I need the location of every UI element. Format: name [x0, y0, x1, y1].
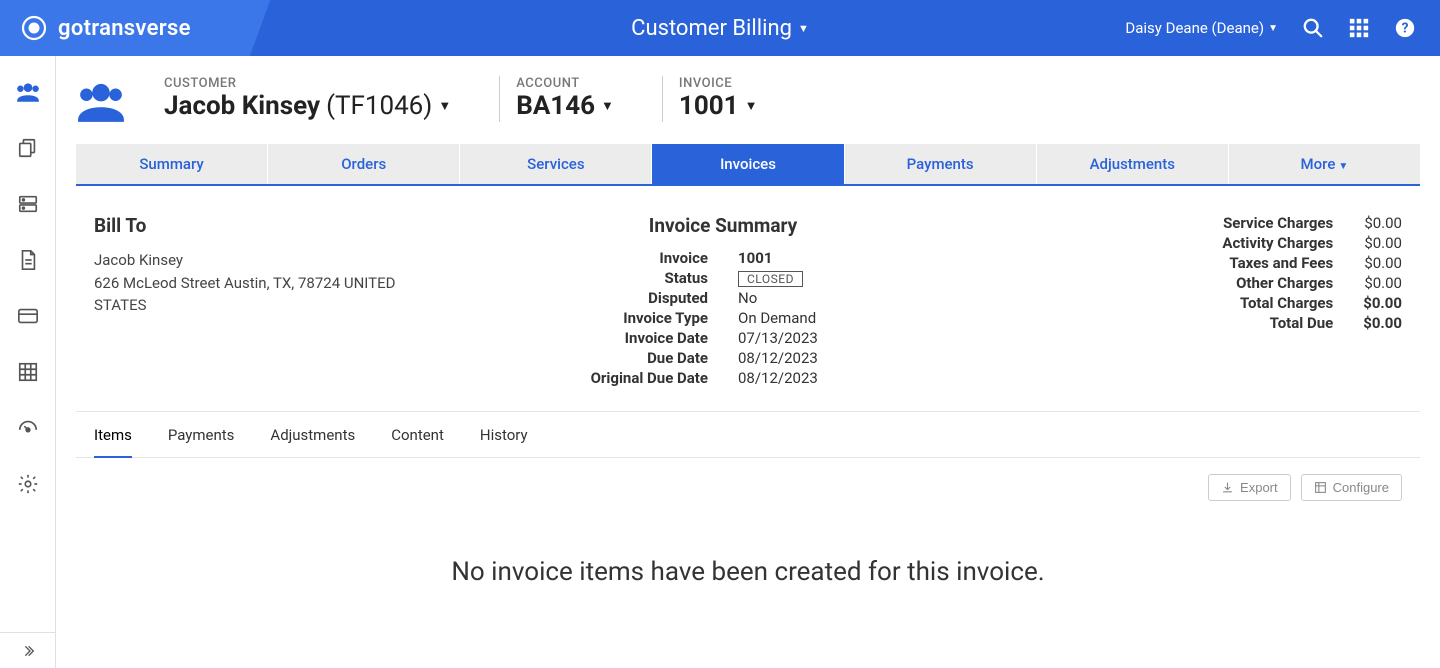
- caret-down-icon: ▼: [1268, 23, 1278, 34]
- invoice-selector[interactable]: INVOICE 1001 ▼: [662, 76, 774, 122]
- configure-label: Configure: [1333, 480, 1389, 495]
- sub-tabs: Items Payments Adjustments Content Histo…: [76, 412, 1420, 458]
- caret-down-icon: ▼: [745, 99, 758, 115]
- status-badge: CLOSED: [738, 271, 803, 287]
- charge-due-v: $0.00: [1363, 314, 1402, 332]
- summary-disputed-v: No: [738, 289, 982, 307]
- caret-down-icon: ▼: [601, 99, 614, 115]
- summary-orig-v: 08/12/2023: [738, 369, 982, 387]
- summary-due-k: Due Date: [464, 349, 708, 367]
- summary-title: Invoice Summary: [464, 214, 982, 237]
- bill-to: Bill To Jacob Kinsey 626 McLeod Street A…: [94, 214, 424, 387]
- charge-taxes-k: Taxes and Fees: [1022, 254, 1333, 272]
- charge-other-k: Other Charges: [1022, 274, 1333, 292]
- sidebar-item-gear[interactable]: [0, 456, 56, 512]
- sidebar-item-copy[interactable]: [0, 120, 56, 176]
- logo[interactable]: gotransverse: [0, 0, 211, 56]
- content: CUSTOMER Jacob Kinsey (TF1046) ▼ ACCOUNT…: [56, 56, 1440, 668]
- subtab-content[interactable]: Content: [391, 426, 444, 457]
- charge-other-v: $0.00: [1363, 274, 1402, 292]
- logo-icon: [20, 14, 48, 42]
- summary-orig-k: Original Due Date: [464, 369, 708, 387]
- header-row: CUSTOMER Jacob Kinsey (TF1046) ▼ ACCOUNT…: [76, 72, 1420, 144]
- table-toolbar: Export Configure: [76, 458, 1420, 517]
- caret-down-icon: ▼: [438, 99, 451, 115]
- summary-type-k: Invoice Type: [464, 309, 708, 327]
- tab-adjustments[interactable]: Adjustments: [1037, 144, 1229, 184]
- empty-state: No invoice items have been created for t…: [76, 517, 1420, 627]
- charge-due-k: Total Due: [1022, 314, 1333, 332]
- download-icon: [1221, 481, 1234, 494]
- export-label: Export: [1240, 480, 1278, 495]
- bill-to-title: Bill To: [94, 214, 424, 237]
- bill-to-address: 626 McLeod Street Austin, TX, 78724 UNIT…: [94, 272, 424, 317]
- charge-total-v: $0.00: [1363, 294, 1402, 312]
- subtab-items[interactable]: Items: [94, 426, 132, 458]
- charges: Service Charges $0.00 Activity Charges $0.…: [1022, 214, 1402, 387]
- tab-orders[interactable]: Orders: [268, 144, 460, 184]
- topbar: gotransverse Customer Billing ▼ Daisy De…: [0, 0, 1440, 56]
- summary-type-v: On Demand: [738, 309, 982, 327]
- help-icon[interactable]: ?: [1394, 17, 1416, 39]
- page-title-dropdown[interactable]: Customer Billing ▼: [631, 16, 809, 41]
- invoice-label: INVOICE: [679, 76, 758, 91]
- caret-down-icon: ▼: [798, 22, 809, 35]
- sidebar-item-stack[interactable]: [0, 176, 56, 232]
- customer-name: Jacob Kinsey: [164, 91, 320, 122]
- svg-text:?: ?: [1402, 21, 1409, 37]
- charge-taxes-v: $0.00: [1363, 254, 1402, 272]
- user-menu[interactable]: Daisy Deane (Deane) ▼: [1125, 19, 1278, 37]
- main-tabs: Summary Orders Services Invoices Payment…: [76, 144, 1420, 186]
- sidebar-collapse[interactable]: [0, 632, 56, 668]
- summary-disputed-k: Disputed: [464, 289, 708, 307]
- charge-activity-k: Activity Charges: [1022, 234, 1333, 252]
- customer-label: CUSTOMER: [164, 76, 451, 91]
- bill-to-name: Jacob Kinsey: [94, 249, 424, 272]
- table-icon: [1314, 481, 1327, 494]
- summary-status-k: Status: [464, 269, 708, 287]
- logo-text: gotransverse: [58, 16, 191, 41]
- sidebar: [0, 56, 56, 668]
- charge-service-k: Service Charges: [1022, 214, 1333, 232]
- account-selector[interactable]: ACCOUNT BA146 ▼: [499, 76, 630, 122]
- charge-service-v: $0.00: [1363, 214, 1402, 232]
- charge-activity-v: $0.00: [1363, 234, 1402, 252]
- summary-invoice-v: 1001: [738, 249, 982, 267]
- sidebar-item-document[interactable]: [0, 232, 56, 288]
- summary-date-v: 07/13/2023: [738, 329, 982, 347]
- sidebar-item-grid[interactable]: [0, 344, 56, 400]
- tab-services[interactable]: Services: [460, 144, 652, 184]
- subtab-adjustments[interactable]: Adjustments: [270, 426, 355, 457]
- summary-date-k: Invoice Date: [464, 329, 708, 347]
- page-title: Customer Billing: [631, 16, 792, 41]
- tab-more[interactable]: More▼: [1229, 144, 1420, 184]
- invoice-summary: Invoice Summary Invoice 1001 Status CLOSED…: [464, 214, 982, 387]
- customer-code: (TF1046): [326, 91, 432, 122]
- summary-invoice-k: Invoice: [464, 249, 708, 267]
- customer-selector[interactable]: CUSTOMER Jacob Kinsey (TF1046) ▼: [164, 76, 467, 122]
- search-icon[interactable]: [1302, 17, 1324, 39]
- tab-payments[interactable]: Payments: [845, 144, 1037, 184]
- caret-down-icon: ▼: [1338, 161, 1348, 172]
- sidebar-item-customers[interactable]: [0, 64, 56, 120]
- export-button[interactable]: Export: [1208, 474, 1291, 501]
- subtab-payments[interactable]: Payments: [168, 426, 235, 457]
- tab-summary[interactable]: Summary: [76, 144, 268, 184]
- sidebar-item-card[interactable]: [0, 288, 56, 344]
- invoice-value: 1001: [679, 91, 739, 122]
- user-display: Daisy Deane (Deane): [1125, 19, 1264, 37]
- info-section: Bill To Jacob Kinsey 626 McLeod Street A…: [76, 186, 1420, 412]
- sidebar-item-gauge[interactable]: [0, 400, 56, 456]
- tab-invoices[interactable]: Invoices: [652, 144, 844, 184]
- configure-button[interactable]: Configure: [1301, 474, 1402, 501]
- summary-due-v: 08/12/2023: [738, 349, 982, 367]
- charge-total-k: Total Charges: [1022, 294, 1333, 312]
- customer-icon: [76, 76, 126, 126]
- account-value: BA146: [516, 91, 595, 122]
- account-label: ACCOUNT: [516, 76, 614, 91]
- apps-icon[interactable]: [1348, 17, 1370, 39]
- subtab-history[interactable]: History: [480, 426, 528, 457]
